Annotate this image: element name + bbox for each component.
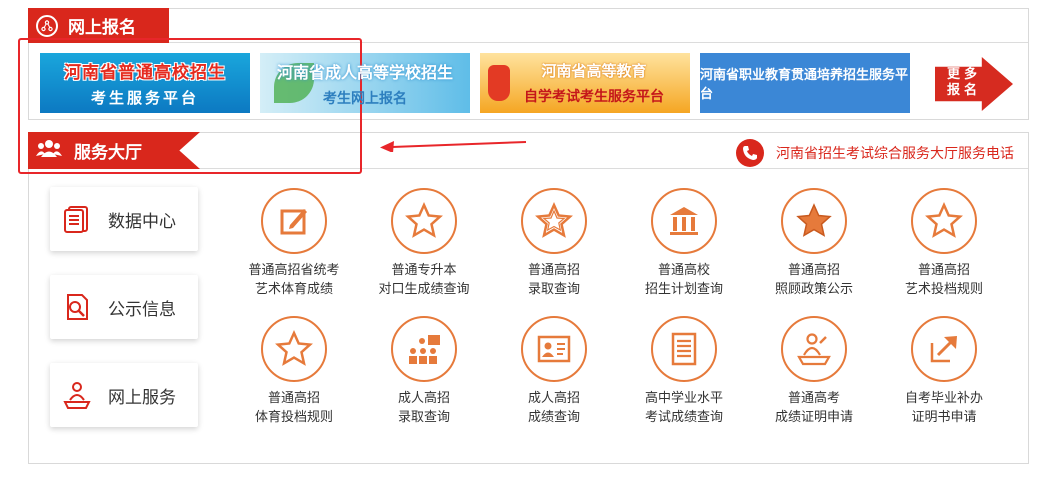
- service-item-pe-rules[interactable]: 普通高招 体育投档规则: [229, 316, 359, 427]
- more-registration-button[interactable]: 更多报名: [935, 57, 1013, 111]
- online-registration-title: 网上报名: [68, 18, 136, 38]
- banner-line: 自学考试考生服务平台: [524, 89, 664, 105]
- service-item-label: 自考毕业补办 证明书申请: [904, 391, 983, 425]
- service-item-label: 普通高招 照顾政策公示: [774, 263, 853, 297]
- banner-vocational-platform[interactable]: 河南省职业教育贯通培养招生服务平台: [700, 53, 910, 113]
- service-hotline[interactable]: 河南省招生考试综合服务大厅服务电话: [736, 139, 1014, 167]
- annotation-arrow-icon: [380, 141, 527, 152]
- data-center-button[interactable]: 数据中心: [50, 187, 198, 251]
- online-service-button[interactable]: 网上服务: [50, 363, 198, 427]
- online-service-label: 网上服务: [108, 387, 176, 408]
- service-item-label: 高中学业水平 考试成绩查询: [644, 391, 723, 425]
- public-info-label: 公示信息: [108, 299, 176, 320]
- star-outline-icon: [521, 188, 587, 254]
- search-document-icon: [60, 290, 94, 324]
- service-item-label: 成人高招 成绩查询: [527, 391, 580, 425]
- exam-logo-icon: [488, 65, 510, 101]
- star-outline-icon: [261, 316, 327, 382]
- service-item-score-certificate[interactable]: 普通高考 成绩证明申请: [749, 316, 879, 427]
- service-item-label: 普通高招 录取查询: [527, 263, 580, 297]
- banner-line: 河南省高等教育: [541, 62, 647, 80]
- banner-line: 考生网上报名: [323, 90, 407, 107]
- banner-self-study-platform[interactable]: 河南省高等教育 自学考试考生服务平台: [480, 53, 690, 113]
- star-outline-icon: [391, 188, 457, 254]
- institution-icon: [651, 188, 717, 254]
- service-item-label: 普通高校 招生计划查询: [644, 263, 723, 297]
- data-center-label: 数据中心: [108, 211, 176, 232]
- service-item-art-rules[interactable]: 普通高招 艺术投档规则: [879, 188, 1009, 299]
- service-item-adult-admission[interactable]: 成人高招 录取查询: [359, 316, 489, 427]
- banner-line: 河南省成人高等学校招生: [276, 62, 453, 82]
- public-info-button[interactable]: 公示信息: [50, 275, 198, 339]
- banner-line: 河南省职业教育贯通培养招生服务平台: [700, 68, 909, 102]
- presentation-group-icon: [391, 316, 457, 382]
- service-hall-panel: 服务大厅 河南省招生考试综合服务大厅服务电话 数据中心 公示信息 网上服务 普通…: [28, 132, 1029, 464]
- service-item-label: 普通高招 体育投档规则: [254, 391, 333, 425]
- service-item-art-pe-scores[interactable]: 普通高招省统考 艺术体育成绩: [229, 188, 359, 299]
- service-grid: 普通高招省统考 艺术体育成绩 普通专升本 对口生成绩查询 普通高招 录取查询 普通高校…: [229, 188, 1009, 438]
- service-item-enrollment-plan[interactable]: 普通高校 招生计划查询: [619, 188, 749, 299]
- more-registration-label: 更多报名: [946, 67, 981, 98]
- star-filled-icon: [781, 188, 847, 254]
- id-card-icon: [521, 316, 587, 382]
- service-hotline-label: 河南省招生考试综合服务大厅服务电话: [776, 146, 1014, 162]
- person-desk-icon: [781, 316, 847, 382]
- share-circle-icon: [36, 14, 58, 37]
- service-item-academic-level[interactable]: 高中学业水平 考试成绩查询: [619, 316, 749, 427]
- service-item-admission-query[interactable]: 普通高招 录取查询: [489, 188, 619, 299]
- service-item-label: 普通专升本 对口生成绩查询: [378, 263, 470, 297]
- share-arrow-icon: [911, 316, 977, 382]
- document-stack-icon: [60, 202, 94, 236]
- service-item-label: 成人高招 录取查询: [397, 391, 450, 425]
- service-item-upgrade-scores[interactable]: 普通专升本 对口生成绩查询: [359, 188, 489, 299]
- service-item-label: 普通高招省统考 艺术体育成绩: [248, 263, 340, 297]
- star-outline-icon: [911, 188, 977, 254]
- service-item-adult-scores[interactable]: 成人高招 成绩查询: [489, 316, 619, 427]
- person-desk-icon: [60, 378, 94, 412]
- document-lines-icon: [651, 316, 717, 382]
- phone-icon: [736, 139, 764, 167]
- service-item-label: 普通高考 成绩证明申请: [774, 391, 853, 425]
- service-item-label: 普通高招 艺术投档规则: [904, 263, 983, 297]
- service-item-self-study-certificate[interactable]: 自考毕业补办 证明书申请: [879, 316, 1009, 427]
- service-item-care-policy[interactable]: 普通高招 照顾政策公示: [749, 188, 879, 299]
- edit-form-icon: [261, 188, 327, 254]
